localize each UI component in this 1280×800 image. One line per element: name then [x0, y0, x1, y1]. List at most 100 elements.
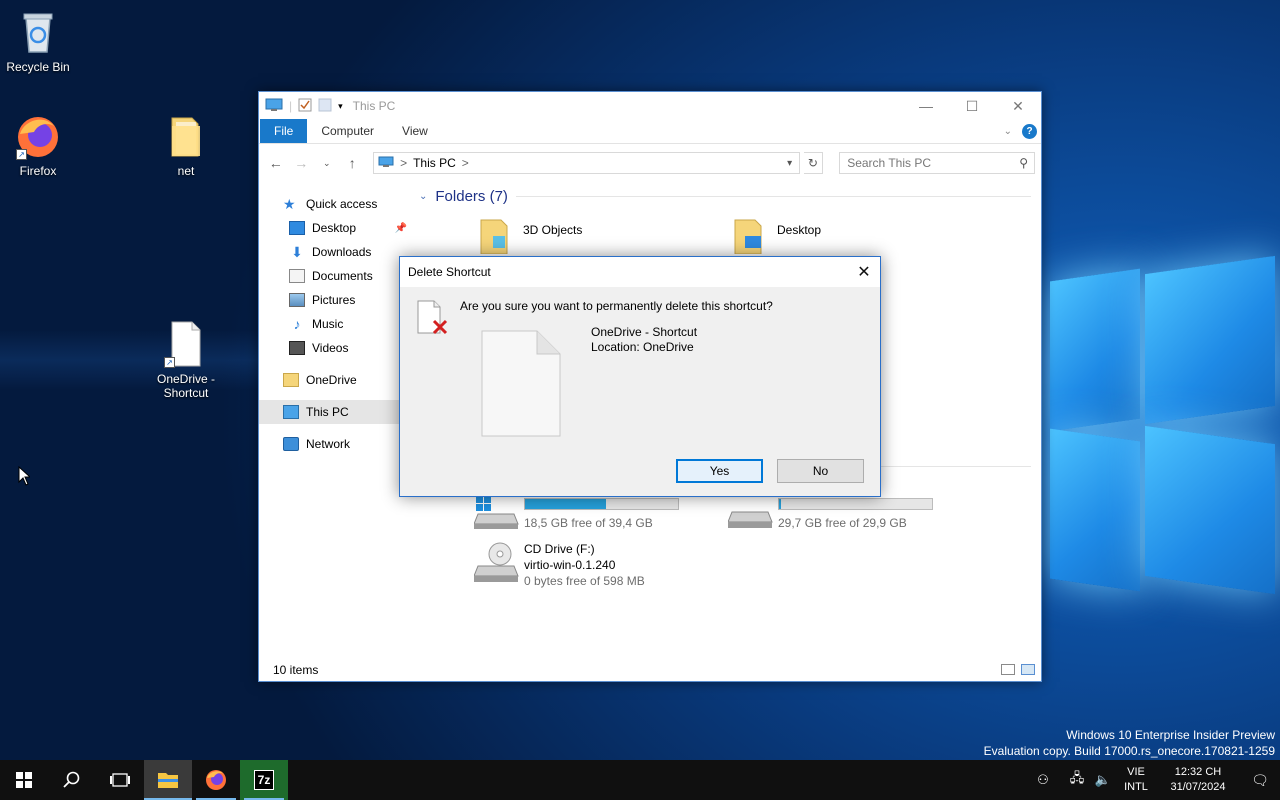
navigation-bar: ← → ⌄ ↑ > This PC > ▾ ↻ Search This PC ⚲	[259, 144, 1041, 182]
expand-ribbon-icon[interactable]: ⌄	[1004, 126, 1012, 137]
drive-free-space: 29,7 GB free of 29,9 GB	[778, 516, 907, 530]
action-center-icon[interactable]: 🗨	[1240, 772, 1280, 789]
breadcrumb-this-pc[interactable]: This PC	[413, 156, 456, 170]
windows-watermark: Windows 10 Enterprise Insider Preview Ev…	[984, 727, 1275, 759]
pin-icon[interactable]: 📌	[395, 223, 407, 234]
3d-objects-icon	[479, 218, 513, 257]
taskbar-7zip[interactable]: 7z	[240, 760, 288, 800]
up-button[interactable]: ↑	[342, 155, 364, 171]
new-folder-icon[interactable]	[318, 98, 332, 115]
file-explorer-icon	[158, 773, 178, 788]
recent-locations-icon[interactable]: ⌄	[316, 158, 338, 169]
windows-drive-icon	[473, 496, 520, 533]
pictures-icon	[289, 293, 305, 307]
drive-local-c[interactable]: 18,5 GB free of 39,4 GB	[473, 496, 744, 533]
drive-name: CD Drive (F:)	[524, 542, 595, 556]
address-dropdown-icon[interactable]: ▾	[781, 158, 799, 169]
refresh-button[interactable]: ↻	[803, 152, 824, 174]
back-button[interactable]: ←	[265, 155, 287, 171]
music-icon: ♪	[293, 316, 301, 332]
nav-videos[interactable]: Videos	[259, 336, 399, 360]
desktop-icon-firefox[interactable]: ↗ Firefox	[0, 112, 76, 178]
volume-muted-icon[interactable]: 🔈	[1090, 772, 1116, 788]
drive-cd-f[interactable]: CD Drive (F:) virtio-win-0.1.240 0 bytes…	[473, 542, 744, 590]
drive-usage-fill	[525, 499, 607, 509]
drive-usage-bar	[778, 498, 933, 510]
folder-icon	[162, 112, 210, 160]
tab-file[interactable]: File	[260, 119, 308, 143]
desktop-icon-label: Firefox	[19, 164, 57, 178]
nav-label: Downloads	[312, 245, 372, 259]
address-bar[interactable]: > This PC > ▾	[373, 152, 800, 174]
tab-view[interactable]: View	[388, 119, 442, 143]
nav-documents[interactable]: Documents	[259, 264, 399, 288]
lang-line2: INTL	[1124, 781, 1148, 793]
nav-pictures[interactable]: Pictures	[259, 288, 399, 312]
dialog-item-location: Location: OneDrive	[591, 340, 694, 354]
shortcut-arrow-icon: ↗	[164, 357, 175, 368]
drive-free-space: 18,5 GB free of 39,4 GB	[524, 516, 653, 530]
network-status-icon[interactable]: 🖧	[1064, 769, 1090, 791]
taskbar-clock[interactable]: 12:32 CH 31/07/2024	[1156, 765, 1240, 795]
drive-local-d[interactable]: 29,7 GB free of 29,9 GB	[727, 496, 998, 532]
dialog-close-button[interactable]: ✕	[848, 262, 880, 282]
large-icons-view-icon[interactable]	[1021, 664, 1035, 675]
task-view-button[interactable]	[96, 760, 144, 800]
clock-time: 12:32 CH	[1174, 766, 1222, 778]
desktop-icon-net-folder[interactable]: net	[148, 112, 224, 178]
folders-group-header[interactable]: ⌄ Folders (7)	[419, 188, 1031, 205]
nav-this-pc[interactable]: This PC	[259, 400, 399, 424]
desktop-icon-recycle-bin[interactable]: Recycle Bin	[0, 8, 76, 74]
desktop-icon-onedrive-shortcut[interactable]: ↗ OneDrive - Shortcut	[148, 320, 224, 400]
details-view-icon[interactable]	[1001, 664, 1015, 675]
system-tray: ⚇ 🖧 🔈 VIE INTL 12:32 CH 31/07/2024 🗨	[1030, 760, 1280, 800]
clock-date: 31/07/2024	[1170, 781, 1226, 793]
watermark-line1: Windows 10 Enterprise Insider Preview	[1066, 728, 1275, 742]
taskbar-firefox[interactable]	[192, 760, 240, 800]
qat-dropdown-icon[interactable]: ▾	[338, 101, 343, 112]
help-icon[interactable]: ?	[1022, 123, 1037, 139]
close-button[interactable]: ✕	[995, 92, 1041, 120]
tab-computer[interactable]: Computer	[307, 119, 388, 143]
status-bar-item-count: 10 items	[273, 663, 319, 677]
search-input[interactable]: Search This PC ⚲	[839, 152, 1035, 174]
forward-button[interactable]: →	[291, 155, 313, 171]
nav-music[interactable]: ♪ Music	[259, 312, 399, 336]
nav-quick-access[interactable]: ★ Quick access	[259, 192, 399, 216]
nav-network[interactable]: Network	[259, 432, 399, 456]
star-icon: ★	[283, 196, 296, 212]
input-language-indicator[interactable]: VIE INTL	[1116, 765, 1156, 795]
people-icon[interactable]: ⚇	[1030, 772, 1056, 788]
no-button[interactable]: No	[777, 459, 864, 483]
explorer-titlebar[interactable]: | ▾ This PC — ☐ ✕	[259, 92, 1041, 120]
dialog-item-name: OneDrive - Shortcut	[591, 325, 698, 339]
search-button[interactable]	[48, 760, 96, 800]
nav-desktop[interactable]: Desktop 📌	[259, 216, 407, 240]
properties-icon[interactable]	[298, 98, 312, 115]
drive-free-space: 0 bytes free of 598 MB	[524, 574, 645, 588]
nav-label: Desktop	[312, 221, 357, 235]
computer-icon	[265, 98, 283, 115]
start-button[interactable]	[0, 760, 48, 800]
drive-usage-fill	[779, 499, 781, 509]
dialog-titlebar[interactable]: Delete Shortcut ✕	[400, 257, 880, 287]
nav-downloads[interactable]: ⬇ Downloads	[259, 240, 399, 264]
taskbar: 7z ⚇ 🖧 🔈 VIE INTL 12:32 CH 31/07/2024 🗨	[0, 760, 1280, 800]
yes-button[interactable]: Yes	[676, 459, 763, 483]
nav-onedrive[interactable]: OneDrive	[259, 368, 399, 392]
folders-header-label: Folders (7)	[435, 188, 508, 205]
delete-file-icon	[416, 299, 452, 340]
taskbar-file-explorer[interactable]	[144, 760, 192, 800]
maximize-button[interactable]: ☐	[949, 92, 995, 120]
dialog-question: Are you sure you want to permanently del…	[460, 299, 773, 313]
desktop-icon-label: net	[177, 164, 195, 178]
nav-label: Music	[312, 317, 344, 331]
quick-access-toolbar: | ▾	[265, 98, 343, 115]
nav-label: This PC	[306, 405, 349, 419]
desktop-icon-label-line1: OneDrive -	[156, 372, 215, 386]
dialog-title: Delete Shortcut	[408, 265, 491, 279]
chevron-down-icon: ⌄	[419, 191, 428, 202]
folder-desktop[interactable]: Desktop	[733, 218, 821, 257]
minimize-button[interactable]: —	[903, 92, 949, 120]
folder-3d-objects[interactable]: 3D Objects	[479, 218, 582, 257]
